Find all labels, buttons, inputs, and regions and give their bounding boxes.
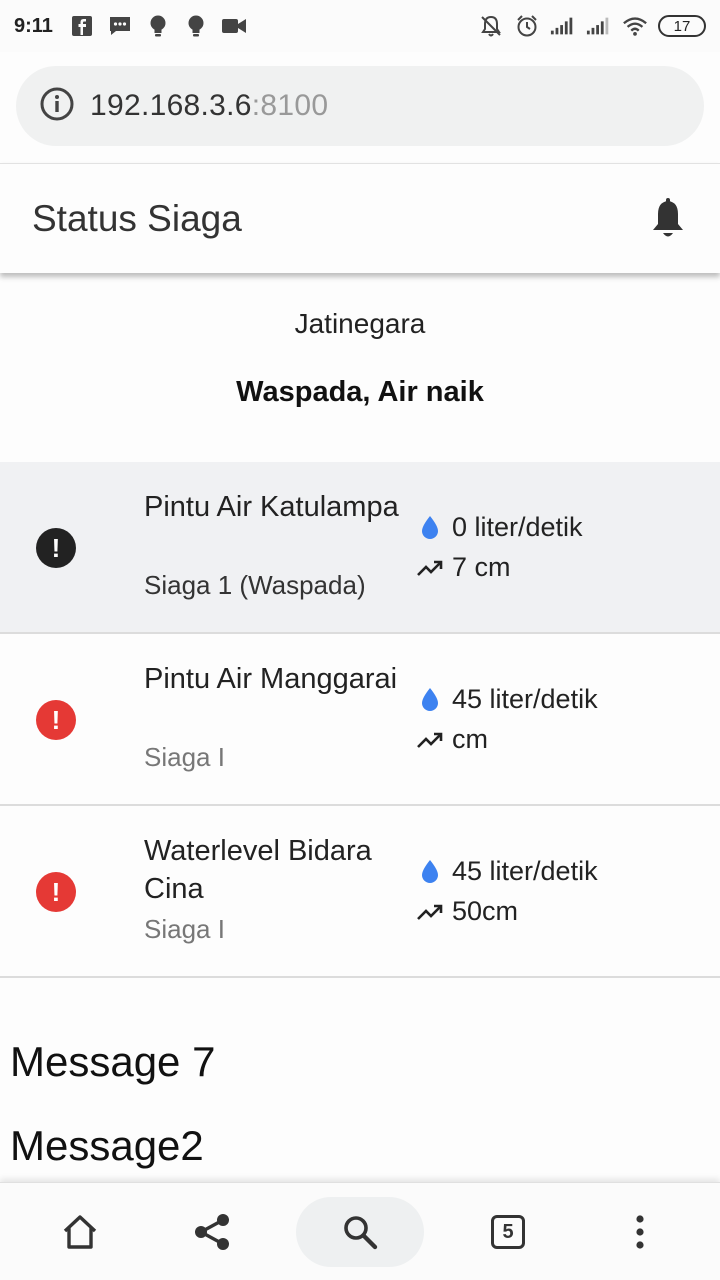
status-time: 9:11 [14,14,53,37]
trending-up-icon [416,726,444,754]
status-bar: 9:11 17 [0,0,720,52]
more-menu-button[interactable] [620,1197,660,1267]
height-metric: 50cm [416,896,518,927]
station-list: ! Pintu Air Katulampa Siaga 1 (Waspada) … [0,462,720,978]
flow-metric: 45 liter/detik [416,684,598,715]
location-name: Jatinegara [294,308,426,339]
message-item: Message2 [10,1122,204,1169]
height-metric: cm [416,724,488,755]
home-button[interactable] [56,1197,104,1267]
mute-icon [478,13,504,39]
signal-icon [550,13,576,39]
url-host: 192.168.3.6 [90,89,252,122]
bulb-icon [145,13,171,39]
url-bar[interactable]: 192.168.3.6:8100 [16,66,704,146]
bell-icon[interactable] [648,197,688,241]
trending-up-icon [416,898,444,926]
signal-icon [586,13,612,39]
station-name: Waterlevel Bidara Cina [144,835,372,905]
height-value: 50cm [452,896,519,926]
station-level: Siaga I [144,914,225,944]
search-button[interactable] [296,1197,424,1267]
list-item[interactable]: ! Pintu Air Katulampa Siaga 1 (Waspada) … [0,462,720,634]
tab-count: 5 [491,1215,525,1249]
message-item: Message 7 [10,1038,216,1085]
battery-indicator: 17 [658,15,706,37]
station-level: Siaga 1 (Waspada) [144,570,366,600]
alarm-icon [514,13,540,39]
share-button[interactable] [188,1197,236,1267]
height-value: cm [452,724,488,754]
flow-value: 45 liter/detik [452,684,598,714]
url-port: :8100 [251,89,329,122]
facebook-icon [69,13,95,39]
status-summary: Waspada, Air naik [236,376,484,408]
station-level: Siaga I [144,742,225,772]
wifi-icon [622,13,648,39]
water-drop-icon [416,858,444,886]
list-item[interactable]: ! Waterlevel Bidara Cina Siaga I 45 lite… [0,806,720,978]
flow-value: 45 liter/detik [452,856,598,886]
message-icon [107,13,133,39]
flow-metric: 0 liter/detik [416,512,583,543]
url-text[interactable]: 192.168.3.6:8100 [90,89,328,123]
video-icon [221,13,247,39]
station-name: Pintu Air Manggarai [144,663,398,695]
alert-icon: ! [36,872,76,912]
water-drop-icon [416,686,444,714]
flow-value: 0 liter/detik [452,512,583,542]
flow-metric: 45 liter/detik [416,856,598,887]
bulb-icon [183,13,209,39]
alert-icon: ! [36,528,76,568]
info-icon[interactable] [40,87,74,126]
tabs-button[interactable]: 5 [484,1197,532,1267]
height-metric: 7 cm [416,552,511,583]
page-title: Status Siaga [32,197,242,239]
alert-icon: ! [36,700,76,740]
list-item[interactable]: ! Pintu Air Manggarai Siaga I 45 liter/d… [0,634,720,806]
trending-up-icon [416,554,444,582]
app-bar: Status Siaga [0,163,720,273]
browser-nav-bar: 5 [0,1182,720,1280]
height-value: 7 cm [452,552,511,582]
station-name: Pintu Air Katulampa [144,491,399,523]
water-drop-icon [416,514,444,542]
